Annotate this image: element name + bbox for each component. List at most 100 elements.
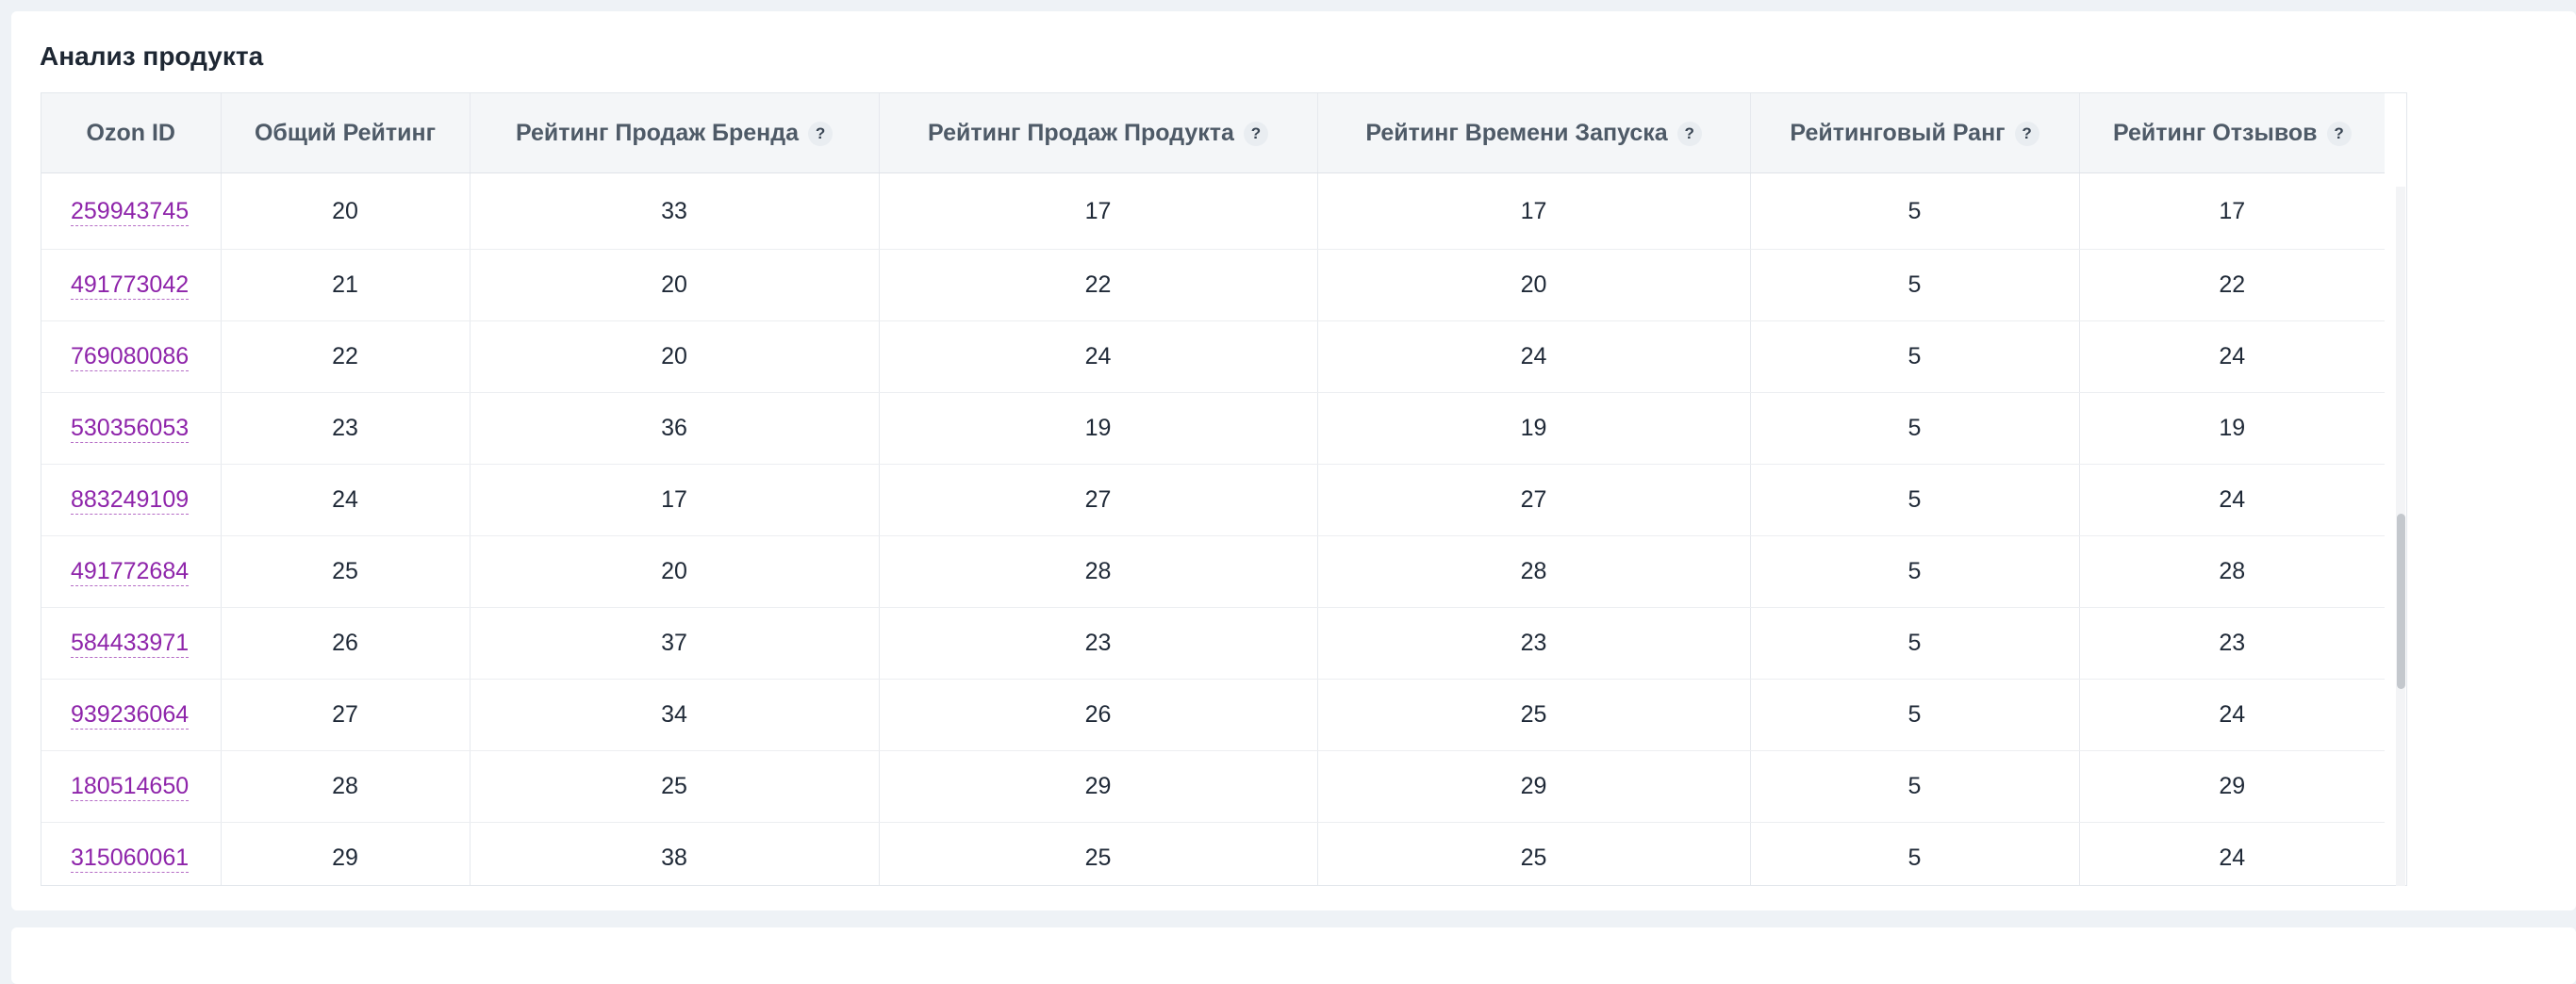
table-row: 491772684 25 20 28 28 5 28 [41, 535, 2385, 608]
rating-cell: 29 [221, 822, 471, 885]
table-header-row: Ozon ID Общий Рейтинг Рейтинг Продаж Бренд… [41, 93, 2385, 173]
rating-cell: 34 [470, 679, 880, 751]
ozon-id-cell: 584433971 [41, 607, 222, 680]
next-section-card [11, 927, 2576, 984]
rating-cell: 24 [2079, 320, 2385, 393]
rating-cell: 24 [2079, 679, 2385, 751]
rating-cell: 17 [879, 172, 1318, 250]
rating-cell: 25 [1317, 679, 1751, 751]
rating-cell: 20 [470, 535, 880, 608]
rating-cell: 20 [470, 249, 880, 321]
ozon-id-link[interactable]: 315060061 [71, 845, 190, 873]
ozon-id-link[interactable]: 491772684 [71, 558, 190, 586]
ozon-id-link[interactable]: 769080086 [71, 343, 190, 371]
column-header-label: Рейтинг Продаж Бренда [515, 119, 800, 146]
ozon-id-link[interactable]: 259943745 [71, 197, 190, 226]
rating-cell: 25 [221, 535, 471, 608]
rating-cell: 27 [221, 679, 471, 751]
rating-cell: 26 [879, 679, 1318, 751]
section-title: Анализ продукта [40, 41, 264, 71]
question-circle-icon[interactable]: ? [2014, 121, 2039, 146]
rating-cell: 28 [1317, 535, 1751, 608]
rating-cell: 38 [470, 822, 880, 885]
ozon-id-cell: 939236064 [41, 679, 222, 751]
rating-cell: 5 [1750, 822, 2080, 885]
column-header-1[interactable]: Общий Рейтинг [221, 93, 471, 173]
table-row: 584433971 26 37 23 23 5 23 [41, 607, 2385, 680]
column-header-3[interactable]: Рейтинг Продаж Продукта? [879, 93, 1318, 173]
rating-cell: 23 [221, 392, 471, 465]
rating-cell: 28 [2079, 535, 2385, 608]
rating-cell: 28 [879, 535, 1318, 608]
rating-cell: 19 [1317, 392, 1751, 465]
rating-cell: 29 [2079, 750, 2385, 823]
rating-cell: 17 [1317, 172, 1751, 250]
table-row: 315060061 29 38 25 25 5 24 [41, 822, 2385, 885]
vertical-scrollbar-thumb[interactable] [2397, 514, 2405, 689]
column-header-label: Рейтинг Продаж Продукта [928, 119, 1234, 146]
ozon-id-cell: 769080086 [41, 320, 222, 393]
rating-cell: 5 [1750, 607, 2080, 680]
ozon-id-link[interactable]: 939236064 [71, 701, 190, 730]
rating-cell: 24 [2079, 464, 2385, 536]
ozon-id-cell: 883249109 [41, 464, 222, 536]
rating-cell: 5 [1750, 464, 2080, 536]
product-analysis-table-container[interactable]: Ozon ID Общий Рейтинг Рейтинг Продаж Бренд… [41, 92, 2407, 886]
rating-cell: 5 [1750, 172, 2080, 250]
rating-cell: 17 [2079, 172, 2385, 250]
question-circle-icon[interactable]: ? [2326, 121, 2352, 146]
rating-cell: 29 [1317, 750, 1751, 823]
table-row: 491773042 21 20 22 20 5 22 [41, 249, 2385, 321]
rating-cell: 24 [879, 320, 1318, 393]
rating-cell: 5 [1750, 320, 2080, 393]
rating-cell: 21 [221, 249, 471, 321]
ozon-id-link[interactable]: 491773042 [71, 271, 190, 300]
rating-cell: 5 [1750, 750, 2080, 823]
rating-cell: 20 [470, 320, 880, 393]
column-header-4[interactable]: Рейтинг Времени Запуска? [1317, 93, 1751, 173]
column-header-2[interactable]: Рейтинг Продаж Бренда? [470, 93, 880, 173]
table-row: 530356053 23 36 19 19 5 19 [41, 392, 2385, 465]
column-header-label: Рейтинг Отзывов [2112, 119, 2318, 146]
rating-cell: 22 [879, 249, 1318, 321]
column-header-label: Рейтинг Времени Запуска [1365, 119, 1668, 146]
table-row: 259943745 20 33 17 17 5 17 [41, 172, 2385, 250]
rating-cell: 25 [1317, 822, 1751, 885]
rating-cell: 5 [1750, 535, 2080, 608]
rating-cell: 29 [879, 750, 1318, 823]
rating-cell: 36 [470, 392, 880, 465]
rating-cell: 22 [2079, 249, 2385, 321]
ozon-id-link[interactable]: 584433971 [71, 630, 190, 658]
rating-cell: 24 [1317, 320, 1751, 393]
ozon-id-link[interactable]: 530356053 [71, 415, 190, 443]
rating-cell: 23 [2079, 607, 2385, 680]
question-circle-icon[interactable]: ? [808, 121, 834, 146]
rating-cell: 20 [221, 172, 471, 250]
ozon-id-cell: 491773042 [41, 249, 222, 321]
ozon-id-cell: 491772684 [41, 535, 222, 608]
column-header-label: Ozon ID [86, 119, 175, 146]
rating-cell: 25 [470, 750, 880, 823]
rating-cell: 5 [1750, 249, 2080, 321]
column-header-0[interactable]: Ozon ID [41, 93, 222, 173]
rating-cell: 28 [221, 750, 471, 823]
ozon-id-cell: 315060061 [41, 822, 222, 885]
ozon-id-link[interactable]: 180514650 [71, 773, 190, 801]
rating-cell: 24 [221, 464, 471, 536]
column-header-6[interactable]: Рейтинг Отзывов? [2079, 93, 2385, 173]
rating-cell: 17 [470, 464, 880, 536]
rating-cell: 27 [879, 464, 1318, 536]
rating-cell: 37 [470, 607, 880, 680]
ozon-id-link[interactable]: 883249109 [71, 486, 190, 515]
product-analysis-table: Ozon ID Общий Рейтинг Рейтинг Продаж Бренд… [41, 93, 2385, 885]
question-circle-icon[interactable]: ? [1676, 121, 1702, 146]
rating-cell: 25 [879, 822, 1318, 885]
column-header-5[interactable]: Рейтинговый Ранг? [1750, 93, 2080, 173]
rating-cell: 19 [2079, 392, 2385, 465]
question-circle-icon[interactable]: ? [1243, 121, 1268, 146]
table-row: 180514650 28 25 29 29 5 29 [41, 750, 2385, 823]
rating-cell: 22 [221, 320, 471, 393]
rating-cell: 26 [221, 607, 471, 680]
table-row: 883249109 24 17 27 27 5 24 [41, 464, 2385, 536]
table-row: 769080086 22 20 24 24 5 24 [41, 320, 2385, 393]
